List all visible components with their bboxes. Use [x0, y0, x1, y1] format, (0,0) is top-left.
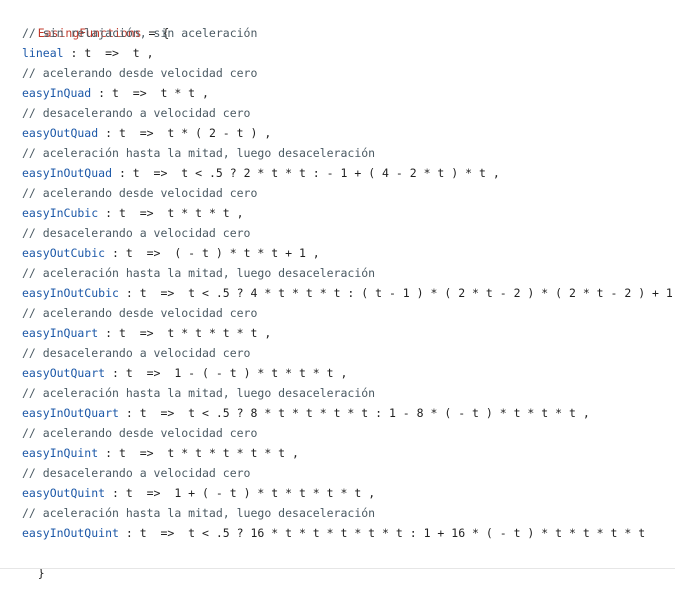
- comment-text: // acelerando desde velocidad cero: [22, 186, 258, 200]
- property-expression: : t => t < .5 ? 4 * t * t * t : ( t - 1 …: [118, 286, 675, 300]
- comment-line: // acelerando desde velocidad cero: [0, 303, 257, 323]
- property-expression: : t => t < .5 ? 8 * t * t * t * t : 1 - …: [118, 406, 590, 420]
- comment-line: // aceleración hasta la mitad, luego des…: [0, 383, 375, 403]
- code-viewer: EasingFunctions = { // sin relajación, s…: [0, 0, 675, 580]
- property-line: lineal : t => t ,: [0, 43, 154, 63]
- comment-text: // acelerando desde velocidad cero: [22, 306, 258, 320]
- comment-text: // acelerando desde velocidad cero: [22, 426, 258, 440]
- property-line: easyInOutQuart : t => t < .5 ? 8 * t * t…: [0, 403, 590, 423]
- object-declaration-line: EasingFunctions = {: [0, 3, 170, 40]
- property-name: easyInQuint: [22, 446, 99, 460]
- property-name: easyOutQuad: [22, 126, 99, 140]
- property-line: easyOutQuart : t => 1 - ( - t ) * t * t …: [0, 363, 347, 383]
- comment-text: // desacelerando a velocidad cero: [22, 106, 251, 120]
- comment-text: // acelerando desde velocidad cero: [22, 66, 258, 80]
- property-expression: : t => t ,: [63, 46, 154, 60]
- property-expression: : t => t < .5 ? 16 * t * t * t * t * t :…: [118, 526, 646, 540]
- property-line: easyInCubic : t => t * t * t ,: [0, 203, 244, 223]
- comment-line: // sin relajación, sin aceleración: [0, 23, 257, 43]
- comment-text: // desacelerando a velocidad cero: [22, 466, 251, 480]
- comment-line: // desacelerando a velocidad cero: [0, 223, 250, 243]
- property-expression: : t => t * t ,: [91, 86, 209, 100]
- comment-text: // desacelerando a velocidad cero: [22, 346, 251, 360]
- property-name: easyOutQuart: [22, 366, 106, 380]
- comment-line: // aceleración hasta la mitad, luego des…: [0, 143, 375, 163]
- property-expression: : t => 1 - ( - t ) * t * t * t ,: [105, 366, 348, 380]
- comment-text: // aceleración hasta la mitad, luego des…: [22, 386, 376, 400]
- property-line: easyInQuad : t => t * t ,: [0, 83, 209, 103]
- comment-text: // aceleración hasta la mitad, luego des…: [22, 506, 376, 520]
- property-name: easyOutQuint: [22, 486, 106, 500]
- comment-line: // acelerando desde velocidad cero: [0, 183, 257, 203]
- property-line: easyInQuart : t => t * t * t * t ,: [0, 323, 271, 343]
- comment-text: // desacelerando a velocidad cero: [22, 226, 251, 240]
- property-name: lineal: [22, 46, 64, 60]
- comment-text: // aceleración hasta la mitad, luego des…: [22, 266, 376, 280]
- property-name: easyInQuad: [22, 86, 92, 100]
- property-name: easyInOutCubic: [22, 286, 119, 300]
- property-line: easyInOutQuad : t => t < .5 ? 2 * t * t …: [0, 163, 500, 183]
- property-expression: : t => 1 + ( - t ) * t * t * t * t ,: [105, 486, 376, 500]
- property-name: easyInOutQuad: [22, 166, 113, 180]
- property-expression: : t => t * t * t * t ,: [98, 326, 272, 340]
- comment-line: // aceleración hasta la mitad, luego des…: [0, 263, 375, 283]
- property-expression: : t => t < .5 ? 2 * t * t : - 1 + ( 4 - …: [112, 166, 500, 180]
- footer-divider: [0, 568, 675, 569]
- property-expression: : t => t * t * t ,: [98, 206, 244, 220]
- property-line: easyOutQuad : t => t * ( 2 - t ) ,: [0, 123, 271, 143]
- property-line: easyInQuint : t => t * t * t * t * t ,: [0, 443, 299, 463]
- comment-line: // desacelerando a velocidad cero: [0, 343, 250, 363]
- property-name: easyOutCubic: [22, 246, 106, 260]
- comment-line: // acelerando desde velocidad cero: [0, 63, 257, 83]
- object-close-line: }: [0, 543, 45, 580]
- property-line: easyOutQuint : t => 1 + ( - t ) * t * t …: [0, 483, 375, 503]
- property-line: easyInOutQuint : t => t < .5 ? 16 * t * …: [0, 523, 645, 543]
- comment-line: // acelerando desde velocidad cero: [0, 423, 257, 443]
- property-name: easyInOutQuint: [22, 526, 119, 540]
- property-line: easyOutCubic : t => ( - t ) * t * t + 1 …: [0, 243, 320, 263]
- property-expression: : t => t * t * t * t * t ,: [98, 446, 299, 460]
- property-line: easyInOutCubic : t => t < .5 ? 4 * t * t…: [0, 283, 675, 303]
- comment-line: // desacelerando a velocidad cero: [0, 103, 250, 123]
- property-name: easyInOutQuart: [22, 406, 119, 420]
- comment-line: // desacelerando a velocidad cero: [0, 463, 250, 483]
- property-name: easyInCubic: [22, 206, 99, 220]
- comment-text: // aceleración hasta la mitad, luego des…: [22, 146, 376, 160]
- property-name: easyInQuart: [22, 326, 99, 340]
- comment-line: // aceleración hasta la mitad, luego des…: [0, 503, 375, 523]
- property-expression: : t => ( - t ) * t * t + 1 ,: [105, 246, 320, 260]
- comment-text: // sin relajación, sin aceleración: [22, 26, 258, 40]
- property-expression: : t => t * ( 2 - t ) ,: [98, 126, 272, 140]
